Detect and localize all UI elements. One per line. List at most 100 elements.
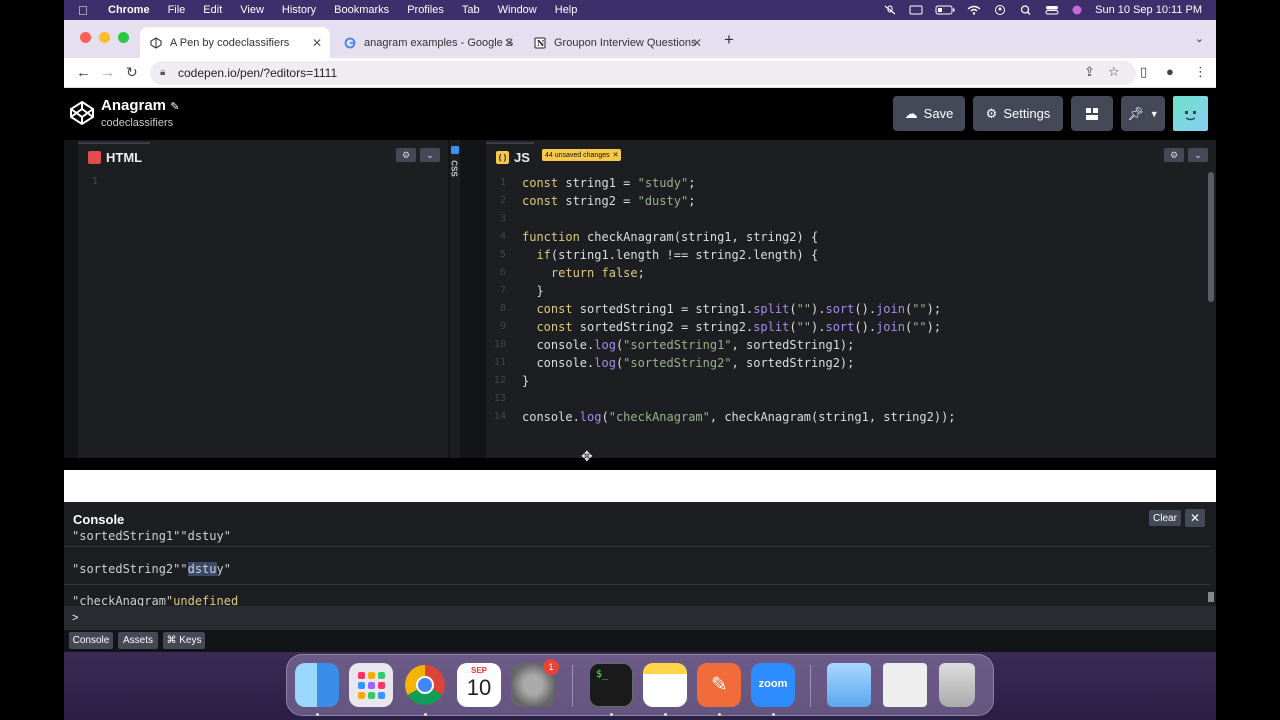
menu-clock[interactable]: Sun 10 Sep 10:11 PM [1095,4,1202,16]
spotlight-search-icon[interactable] [1019,5,1033,15]
calendar-icon[interactable]: SEP 10 [457,663,501,707]
html-code-area[interactable]: 1 [78,174,438,454]
save-button[interactable]: ☁ Save [893,96,965,131]
console-scrollbar[interactable] [1208,592,1214,602]
running-indicator [664,713,667,716]
notes-icon[interactable] [643,663,687,707]
css-label: CSS [449,160,459,177]
settings-button[interactable]: ⚙ Settings [973,96,1063,131]
bottom-bar: Console Assets ⌘ Keys [64,630,1216,652]
postman-icon[interactable]: ✎ [697,663,741,707]
minimize-window-button[interactable] [99,32,110,43]
menu-edit[interactable]: Edit [203,4,222,16]
cloud-icon: ☁ [904,105,918,121]
console-toggle-button[interactable]: Console [69,632,113,649]
menu-help[interactable]: Help [555,4,578,16]
zoom-app-icon[interactable]: zoom [751,663,795,707]
user-icon[interactable] [993,5,1007,15]
close-tab-icon[interactable]: ✕ [312,36,322,50]
menu-profiles[interactable]: Profiles [407,4,444,16]
close-tab-icon[interactable]: ✕ [692,36,702,50]
html-settings-gear-icon[interactable]: ⚙ [396,148,416,162]
keys-button[interactable]: ⌘ Keys [163,632,205,649]
js-editor-tab[interactable]: ( ) JS [486,142,534,170]
code-line: if(string1.length !== string2.length) { [536,248,819,262]
share-icon[interactable]: ⇪ [1084,64,1095,80]
layout-button[interactable] [1071,96,1113,131]
pin-menu-button[interactable]: 📌︎ ▼ [1121,96,1165,131]
js-collapse-chevron-icon[interactable]: ⌄ [1188,148,1208,162]
apple-icon[interactable]:  [78,3,94,18]
reload-icon[interactable]: ↻ [126,64,138,81]
running-indicator [610,713,613,716]
dock-separator [810,665,811,707]
console-value: y" [216,562,231,576]
calendar-day: 10 [466,675,492,700]
chrome-icon[interactable] [403,663,447,707]
forward-icon[interactable]: → [100,64,115,81]
mic-off-icon[interactable] [883,5,897,15]
menu-file[interactable]: File [168,4,186,16]
menu-app-name[interactable]: Chrome [108,4,150,16]
console-clear-button[interactable]: Clear [1149,510,1181,526]
back-icon[interactable]: ← [76,64,91,81]
control-center-icon[interactable] [1045,5,1059,15]
new-tab-icon[interactable]: + [724,30,734,50]
editor-scrollbar[interactable] [1208,172,1214,302]
downloads-folder-icon[interactable] [827,663,871,707]
html-collapse-chevron-icon[interactable]: ⌄ [420,148,440,162]
maximize-window-button[interactable] [118,32,129,43]
siri-icon[interactable] [1071,5,1083,15]
assets-button[interactable]: Assets [118,632,158,649]
tab-google[interactable]: anagram examples - Google S ✕ [334,27,522,58]
js-settings-gear-icon[interactable]: ⚙ [1164,148,1184,162]
profile-avatar-icon[interactable]: ● [1166,64,1174,79]
menu-tab[interactable]: Tab [462,4,480,16]
side-panel-icon[interactable]: ▯ [1140,64,1147,80]
js-code-area[interactable]: 1 const string1 = "study"; 2 const string2 … [486,174,1206,454]
launchpad-icon[interactable] [349,663,393,707]
lock-icon[interactable]: 🔒︎ [160,67,165,78]
css-editor-collapsed[interactable]: CSS [450,140,460,458]
battery-icon[interactable] [935,5,955,15]
postman-rocket-glyph: ✎ [711,674,728,696]
menu-history[interactable]: History [282,4,316,16]
finder-icon[interactable] [295,663,339,707]
pen-author[interactable]: codeclassifiers [101,117,173,129]
menu-bookmarks[interactable]: Bookmarks [334,4,389,16]
wifi-icon[interactable] [967,5,981,15]
codepen-logo-icon[interactable] [69,100,95,126]
chrome-menu-icon[interactable]: ⋮ [1194,64,1207,80]
pen-title[interactable]: Anagram ✎ [101,97,179,114]
close-window-button[interactable] [80,32,91,43]
bookmark-star-icon[interactable]: ☆ [1108,64,1120,80]
trash-icon[interactable] [939,663,975,707]
chevron-down-icon: ▼ [1149,108,1159,119]
tab-title: A Pen by codeclassifiers [170,36,290,49]
keyboard-icon[interactable] [909,5,923,15]
launchpad-grid-icon [358,672,385,699]
browser-toolbar: ← → ↻ 🔒︎ codepen.io/pen/?editors=1111 ⇪ … [64,58,1216,88]
console-value: undefined [173,594,239,606]
dismiss-icon[interactable]: ✕ [613,151,619,159]
edit-pencil-icon[interactable]: ✎ [170,101,179,113]
user-avatar[interactable] [1173,96,1208,131]
tab-codepen[interactable]: A Pen by codeclassifiers ✕ [140,27,330,58]
menu-view[interactable]: View [240,4,264,16]
html-editor-tab[interactable]: HTML [78,142,150,170]
line-number: 6 [499,267,506,278]
screenshot-stack-icon[interactable] [883,663,927,707]
tab-groupon[interactable]: N Groupon Interview Questions ✕ [524,27,710,58]
resize-handle-icon[interactable]: ✥ [581,448,593,465]
close-tab-icon[interactable]: ✕ [504,36,514,50]
code-line: const string2 = "dusty"; [522,194,696,208]
code-line: const sortedString1 = string1.split("").… [536,302,942,316]
js-editor-controls: ⚙ ⌄ [1164,148,1208,162]
address-bar[interactable]: 🔒︎ codepen.io/pen/?editors=1111 [150,61,1136,85]
menu-window[interactable]: Window [498,4,537,16]
preview-area [64,470,1216,502]
tab-search-chevron-icon[interactable]: ⌄ [1195,32,1204,45]
console-input[interactable]: > [64,606,1216,630]
unsaved-changes-badge[interactable]: 44 unsaved changes ✕ [542,149,622,161]
terminal-icon[interactable]: $_ [589,663,633,707]
